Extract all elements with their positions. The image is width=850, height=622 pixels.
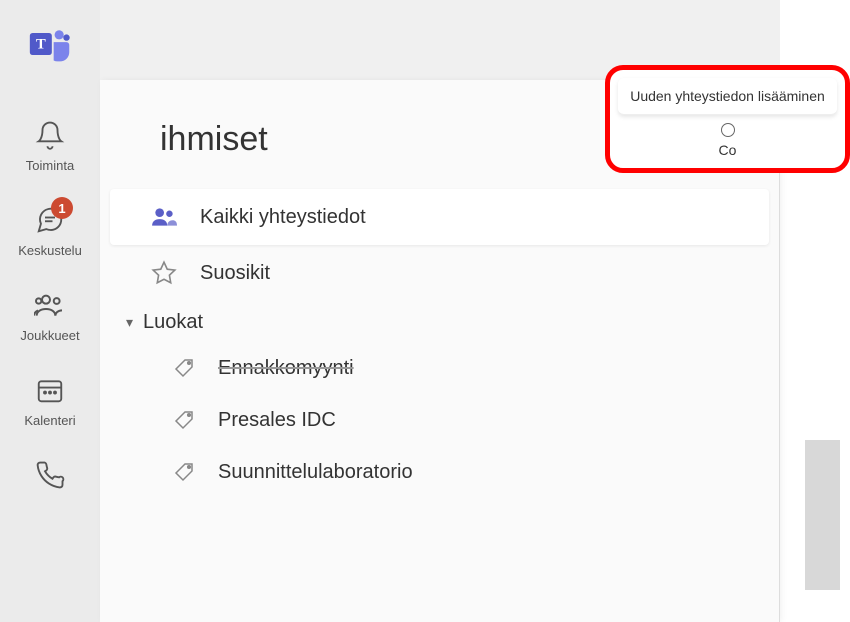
rail-item-activity[interactable]: Toiminta [26,118,74,173]
category-item[interactable]: Suunnittelulaboratorio [110,446,769,498]
rail-label: Joukkueet [20,328,79,343]
list-item-label: Kaikki yhteystiedot [200,206,366,229]
rail-item-chat[interactable]: 1 Keskustelu [18,203,82,258]
phone-icon [33,458,67,492]
calendar-icon [33,373,67,407]
tag-icon [170,354,198,382]
people-icon [150,203,178,231]
app-rail: T Toiminta 1 Keskustelu [0,0,100,622]
notification-badge: 1 [51,197,73,219]
star-icon [150,259,178,287]
tooltip-sub-label: Co [719,142,737,158]
teams-logo[interactable]: T [26,20,74,68]
category-label: Ennakkomyynti [218,357,354,380]
gray-placeholder [805,440,840,590]
teams-icon [33,288,67,322]
add-contact-callout: Uuden yhteystiedon lisääminen Co [605,65,850,173]
category-label: Suunnittelulaboratorio [218,461,413,484]
tooltip-sub[interactable]: Co [610,123,845,158]
chat-icon: 1 [33,203,67,237]
list-item-favorites[interactable]: Suosikit [110,245,769,301]
category-label: Presales IDC [218,409,336,432]
category-item[interactable]: Presales IDC [110,394,769,446]
list-item-all-contacts[interactable]: Kaikki yhteystiedot [110,189,769,245]
section-label: Luokat [143,311,203,334]
contact-list: Kaikki yhteystiedot Suosikit ▾ Luokat En… [100,189,779,498]
rail-label: Kalenteri [24,413,75,428]
tag-icon [170,406,198,434]
tooltip-title: Uuden yhteystiedon lisääminen [618,78,837,115]
rail-item-calls[interactable] [33,458,67,498]
tag-icon [170,458,198,486]
rail-label: Toiminta [26,158,74,173]
categories-header[interactable]: ▾ Luokat [110,301,769,342]
bell-icon [33,118,67,152]
chevron-down-icon: ▾ [126,314,133,331]
category-item[interactable]: Ennakkomyynti [110,342,769,394]
rail-item-teams[interactable]: Joukkueet [20,288,79,343]
circle-icon [721,123,735,137]
list-item-label: Suosikit [200,262,270,285]
rail-item-calendar[interactable]: Kalenteri [24,373,75,428]
rail-label: Keskustelu [18,243,82,258]
svg-text:T: T [36,37,46,53]
